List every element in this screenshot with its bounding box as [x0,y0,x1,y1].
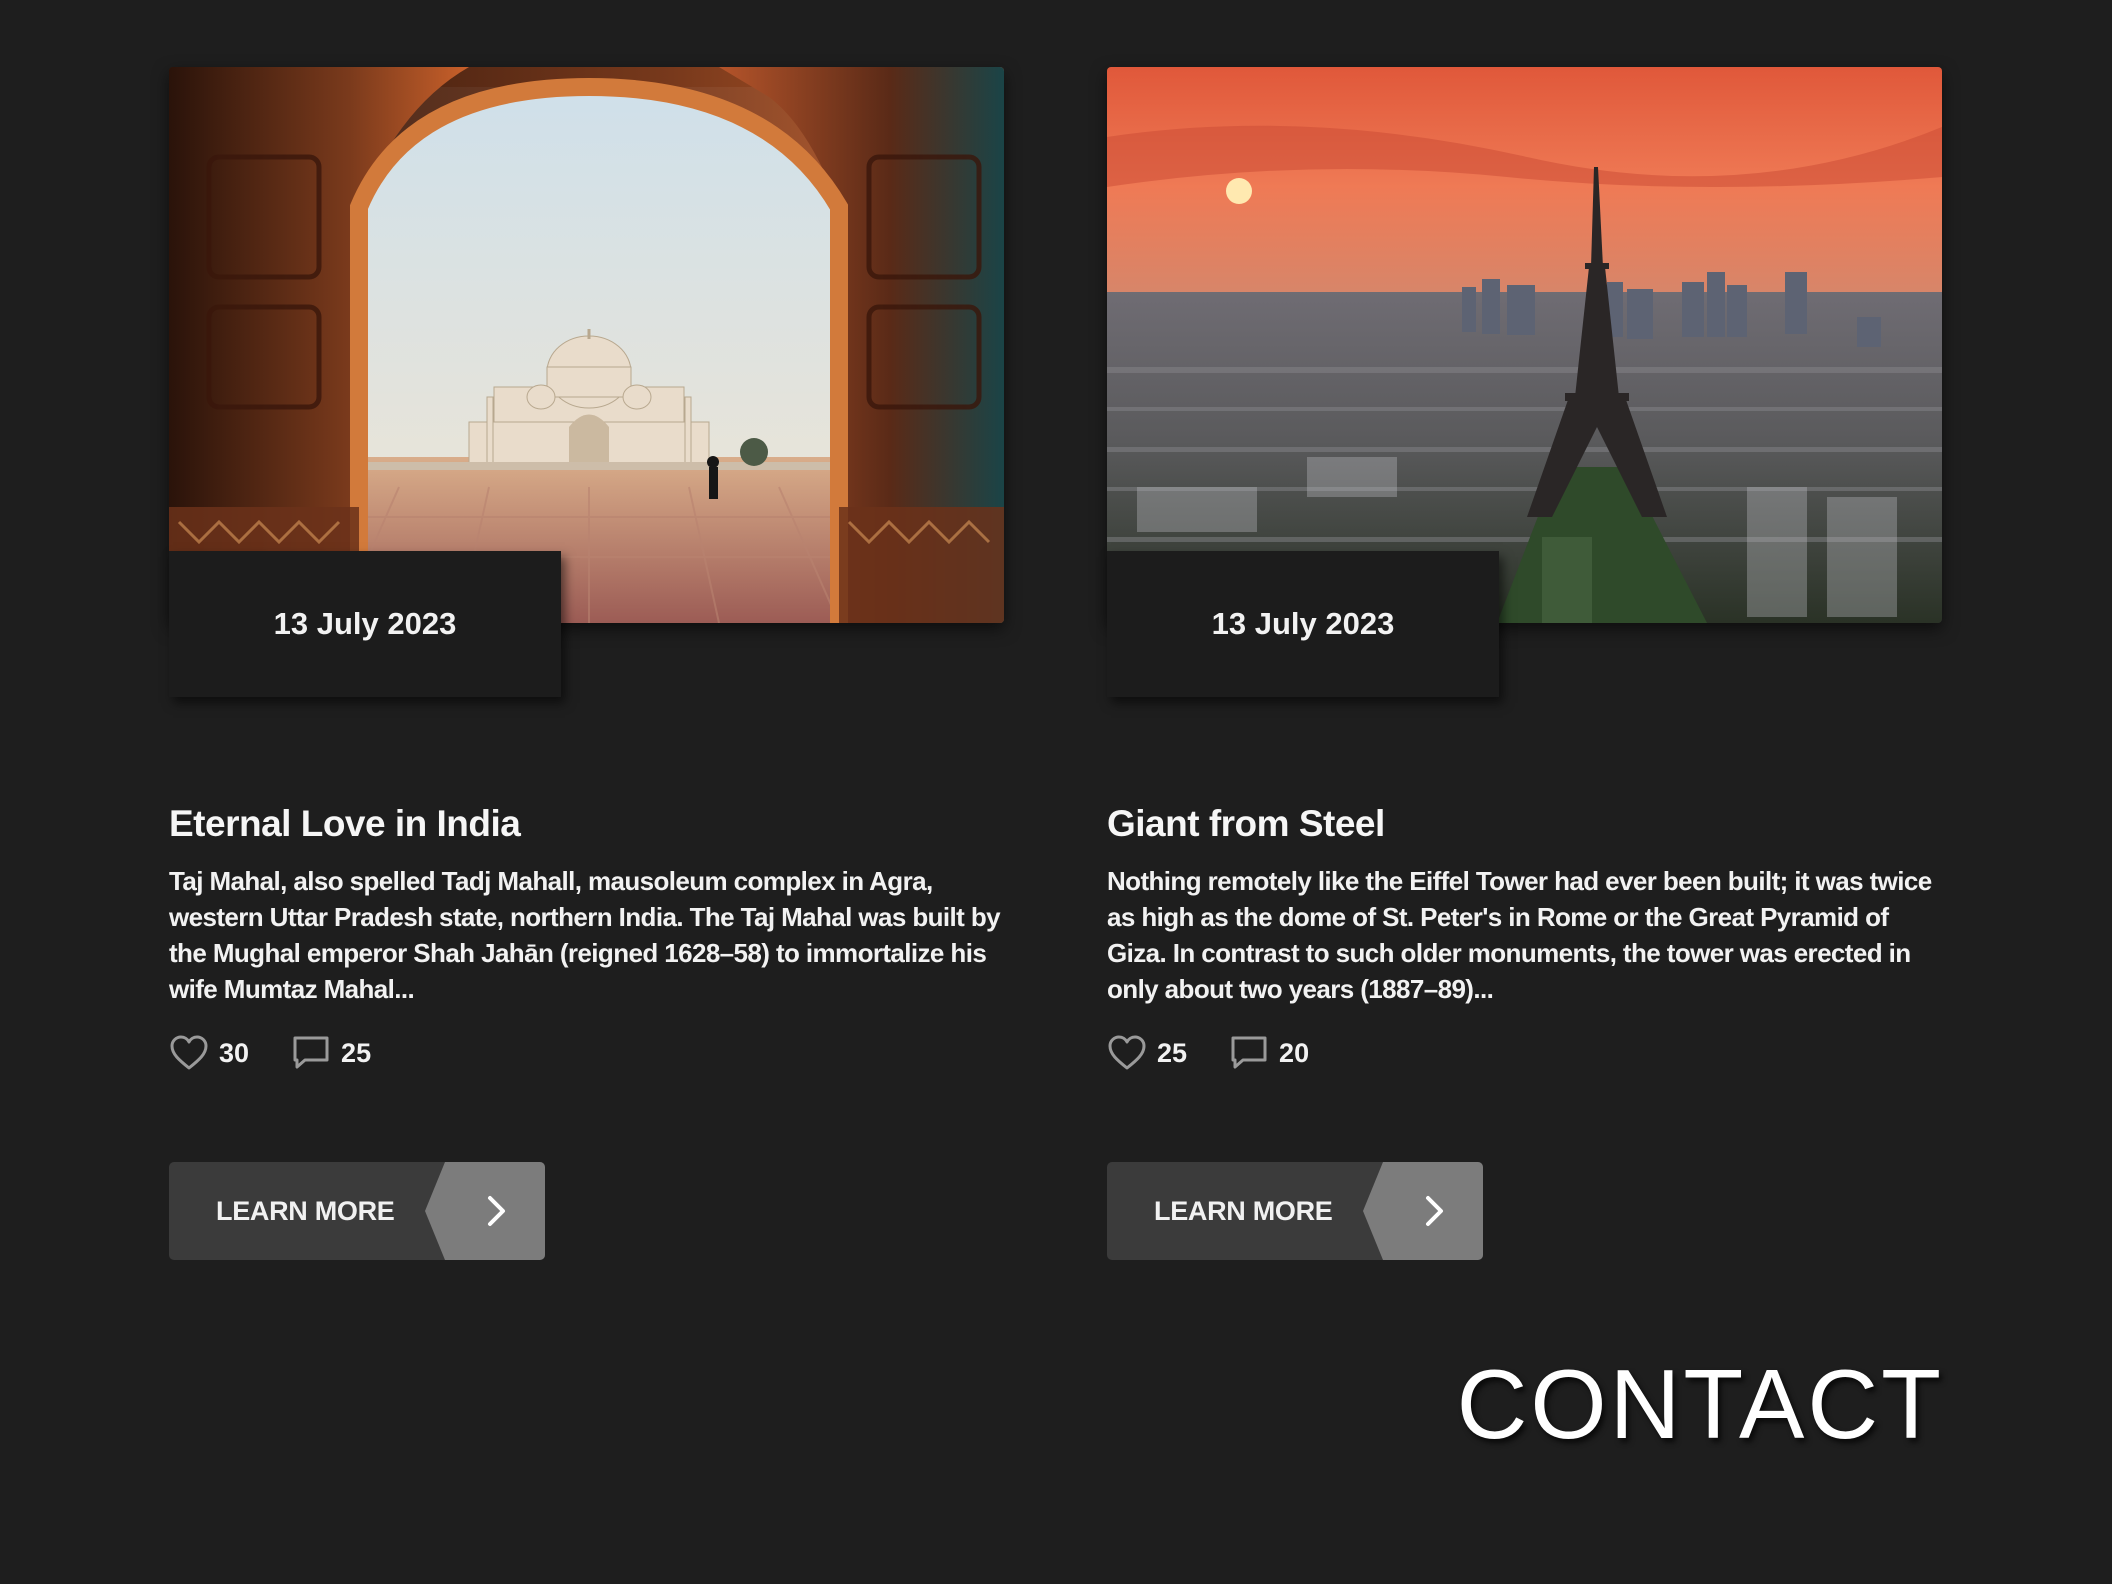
contact-link[interactable]: CONTACT [1457,1348,1944,1461]
post-date: 13 July 2023 [273,606,457,641]
post-date-box: 13 July 2023 [1107,551,1499,697]
like-count: 25 [1157,1037,1188,1068]
comment-stat[interactable]: 20 [1229,1034,1309,1072]
post-image-taj-mahal[interactable] [169,67,1004,623]
post-stats: 25 20 [1107,1033,1351,1073]
like-stat[interactable]: 25 [1107,1034,1187,1072]
like-count: 30 [219,1037,250,1068]
heart-icon[interactable] [169,1034,209,1072]
post-image-eiffel-tower[interactable] [1107,67,1942,623]
post-date-box: 13 July 2023 [169,551,561,697]
post-date: 13 July 2023 [1211,606,1395,641]
like-stat[interactable]: 30 [169,1034,249,1072]
comment-count: 25 [341,1037,372,1068]
learn-more-button[interactable]: LEARN MORE [1107,1162,1483,1260]
post-title[interactable]: Giant from Steel [1107,803,1385,845]
post-title[interactable]: Eternal Love in India [169,803,521,845]
speech-bubble-icon[interactable] [1229,1034,1269,1072]
heart-icon[interactable] [1107,1034,1147,1072]
comment-count: 20 [1279,1037,1310,1068]
post-stats: 30 25 [169,1033,413,1073]
comment-stat[interactable]: 25 [291,1034,371,1072]
eiffel-tower-photo [1107,67,1942,623]
learn-more-label: LEARN MORE [216,1196,395,1226]
speech-bubble-icon[interactable] [291,1034,331,1072]
arrow-tab [1363,1162,1483,1260]
post-description: Taj Mahal, also spelled Tadj Mahall, mau… [169,866,1001,1004]
post-description: Nothing remotely like the Eiffel Tower h… [1107,866,1932,1004]
taj-mahal-photo [169,67,1004,623]
learn-more-label: LEARN MORE [1154,1196,1333,1226]
learn-more-button[interactable]: LEARN MORE [169,1162,545,1260]
arrow-tab [425,1162,545,1260]
